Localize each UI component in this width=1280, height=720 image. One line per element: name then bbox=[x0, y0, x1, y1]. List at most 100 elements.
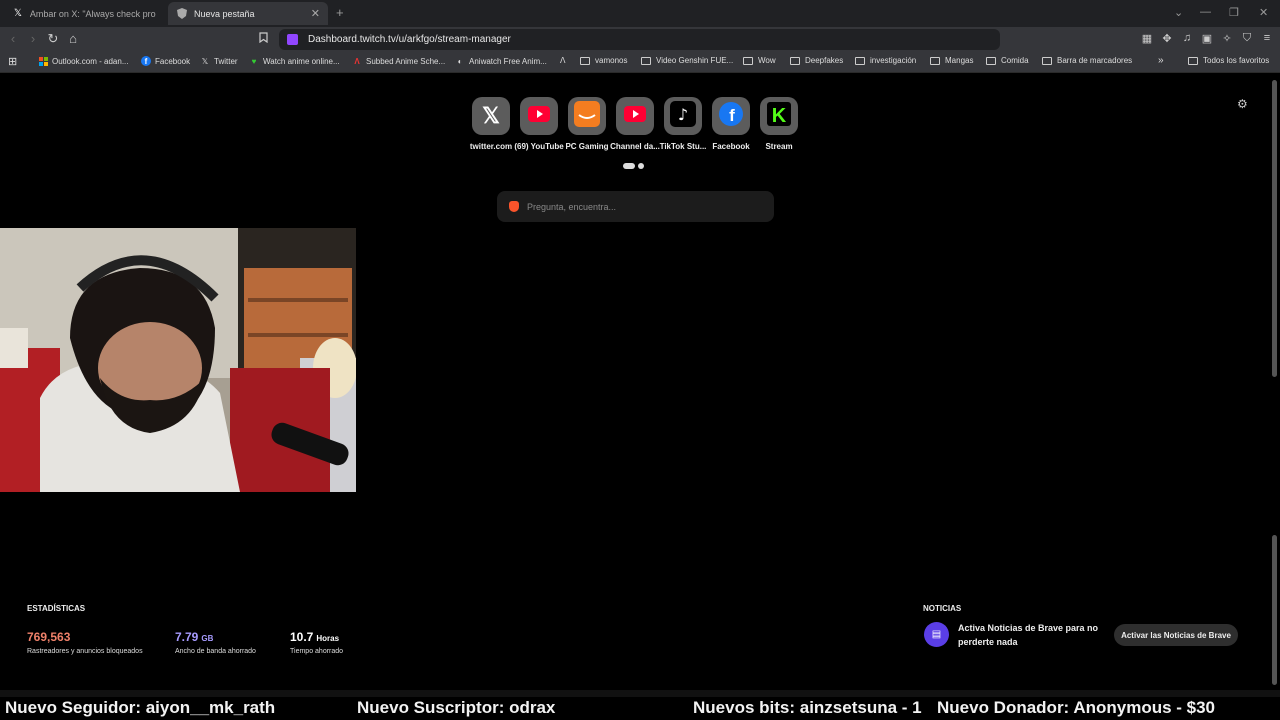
anime-icon: Λ bbox=[354, 56, 360, 66]
bookmark-folder[interactable]: Wow bbox=[743, 56, 776, 65]
tab-search-icon[interactable]: ⌄ bbox=[1174, 6, 1183, 19]
apps-grid-icon[interactable]: ⊞ bbox=[8, 55, 17, 68]
webcam-feed bbox=[0, 228, 356, 492]
qr-icon[interactable]: ▦ bbox=[1139, 32, 1155, 45]
bookmark-item[interactable]: ♥ Watch anime online... bbox=[249, 56, 340, 66]
top-site-label: Channel da... bbox=[610, 142, 660, 151]
activate-news-button[interactable]: Activar las Noticias de Brave bbox=[1114, 624, 1238, 646]
all-bookmarks[interactable]: Todos los favoritos bbox=[1188, 56, 1269, 65]
folder-icon bbox=[1042, 56, 1052, 65]
bookmark-item[interactable]: ◐ Aniwatch Free Anim... bbox=[455, 56, 547, 66]
back-icon[interactable]: ‹ bbox=[5, 31, 21, 46]
pin-icon[interactable]: ⴷ bbox=[560, 56, 565, 65]
more-bookmarks-icon[interactable]: » bbox=[1158, 55, 1164, 66]
tab-strip: 𝕏 Ambar on X: "Always check properly Nue… bbox=[0, 0, 1280, 27]
folder-icon bbox=[580, 56, 590, 65]
top-site-twitter[interactable]: 𝕏 bbox=[472, 97, 510, 135]
ticker-follower: Nuevo Seguidor: aiyon__mk_rath bbox=[5, 698, 276, 717]
bookmark-folder[interactable]: Barra de marcadores bbox=[1042, 56, 1132, 65]
top-site-label: twitter.com bbox=[469, 142, 513, 151]
bookmark-item[interactable]: f Facebook bbox=[141, 56, 190, 66]
page-dot[interactable] bbox=[638, 163, 644, 169]
folder-icon bbox=[986, 56, 996, 65]
search-box[interactable]: Pregunta, encuentra... bbox=[497, 191, 774, 222]
tab-title: Ambar on X: "Always check properly bbox=[29, 8, 156, 19]
scrollbar-track[interactable] bbox=[1272, 535, 1277, 685]
top-site-label: PC Gaming bbox=[565, 142, 609, 151]
vpn-shield-icon[interactable]: ⛉ bbox=[1239, 32, 1255, 45]
search-placeholder: Pregunta, encuentra... bbox=[527, 201, 617, 212]
music-icon[interactable]: ♫ bbox=[1179, 32, 1195, 44]
top-site-label: Facebook bbox=[712, 142, 750, 151]
brave-shield-icon bbox=[176, 8, 188, 20]
top-site-pc-gaming[interactable] bbox=[568, 97, 606, 135]
minimize-icon[interactable]: — bbox=[1200, 6, 1211, 18]
folder-icon bbox=[930, 56, 940, 65]
svg-text:♪: ♪ bbox=[678, 105, 688, 124]
bookmark-folder[interactable]: Video Genshin FUE... bbox=[641, 56, 733, 65]
restore-icon[interactable]: ❐ bbox=[1229, 6, 1239, 19]
bookmark-icon[interactable] bbox=[259, 32, 268, 46]
bandwidth-label: Ancho de banda ahorrado bbox=[175, 648, 256, 655]
bookmark-folder[interactable]: Comida bbox=[986, 56, 1029, 65]
wallet-icon[interactable]: ▣ bbox=[1199, 32, 1215, 45]
news-icon: ▤ bbox=[924, 622, 949, 647]
reload-icon[interactable]: ↻ bbox=[45, 31, 61, 47]
leo-ai-icon[interactable]: ✧ bbox=[1219, 32, 1235, 45]
top-site-tiktok[interactable]: ♪ bbox=[664, 97, 702, 135]
brave-logo-icon bbox=[509, 201, 519, 212]
bookmark-folder[interactable]: Mangas bbox=[930, 56, 973, 65]
bookmark-folder[interactable]: investigación bbox=[855, 56, 916, 65]
folder-icon bbox=[1188, 56, 1198, 65]
top-site-channel[interactable] bbox=[616, 97, 654, 135]
top-site-label: (69) YouTube bbox=[514, 142, 564, 151]
folder-icon bbox=[790, 56, 800, 65]
top-site-label: Stream bbox=[765, 142, 793, 151]
trackers-value: 769,563 bbox=[27, 630, 71, 644]
x-logo-icon: 𝕏 bbox=[13, 8, 22, 19]
twitch-icon bbox=[287, 34, 298, 45]
home-icon[interactable]: ⌂ bbox=[65, 31, 81, 46]
bookmark-item[interactable]: Λ Subbed Anime Sche... bbox=[352, 56, 445, 66]
address-text: Dashboard.twitch.tv/u/arkfgo/stream-mana… bbox=[308, 34, 511, 45]
time-value: 10.7 Horas bbox=[290, 630, 340, 644]
forward-icon[interactable]: › bbox=[25, 31, 41, 46]
top-sites-pager bbox=[623, 163, 644, 169]
toolbar: ‹ › ↻ ⌂ Dashboard.twitch.tv/u/arkfgo/str… bbox=[0, 27, 1280, 53]
news-text: Activa Noticias de Brave para no perdert… bbox=[958, 623, 1099, 647]
youtube-icon bbox=[528, 105, 550, 127]
tab-ambar-x[interactable]: 𝕏 Ambar on X: "Always check properly bbox=[4, 2, 164, 25]
new-tab-button[interactable]: + bbox=[336, 5, 344, 20]
scrollbar-thumb[interactable] bbox=[1272, 80, 1277, 377]
extensions-icon[interactable]: ✥ bbox=[1159, 32, 1175, 45]
bookmark-folder[interactable]: Deepfakes bbox=[790, 56, 843, 65]
facebook-icon: f bbox=[141, 56, 151, 66]
trackers-label: Rastreadores y anuncios bloqueados bbox=[27, 648, 143, 655]
tab-title: Nueva pestaña bbox=[194, 8, 255, 19]
gear-icon[interactable]: ⚙ bbox=[1237, 97, 1248, 111]
tab-nueva-pestana[interactable]: Nueva pestaña ✕ bbox=[168, 2, 328, 25]
svg-text:f: f bbox=[729, 106, 735, 125]
address-bar[interactable]: Dashboard.twitch.tv/u/arkfgo/stream-mana… bbox=[279, 29, 1000, 50]
menu-icon[interactable]: ≡ bbox=[1259, 32, 1275, 44]
folder-icon bbox=[641, 56, 651, 65]
top-site-facebook[interactable]: f bbox=[712, 97, 750, 135]
bookmark-item[interactable]: 𝕏 Twitter bbox=[200, 56, 238, 66]
microsoft-icon bbox=[38, 56, 48, 66]
youtube-icon bbox=[624, 105, 646, 127]
x-logo-icon: 𝕏 bbox=[201, 56, 209, 66]
heart-icon: ♥ bbox=[251, 56, 257, 66]
bookmark-folder[interactable]: vamonos bbox=[580, 56, 627, 65]
new-tab-page: 𝕏 ♪ f K twitter.com (69) YouTube PC Gami… bbox=[0, 73, 1280, 690]
bookmark-item[interactable]: Outlook.com - adan... bbox=[38, 56, 128, 66]
facebook-icon: f bbox=[719, 101, 743, 131]
aniwatch-icon: ◐ bbox=[457, 56, 463, 66]
ticker-bits: Nuevos bits: ainzsetsuna - 1 bbox=[693, 698, 922, 717]
stats-title: ESTADÍSTICAS bbox=[27, 604, 86, 613]
close-window-icon[interactable]: ✕ bbox=[1259, 6, 1268, 19]
close-tab-icon[interactable]: ✕ bbox=[311, 7, 320, 20]
top-site-stream[interactable]: K bbox=[760, 97, 798, 135]
page-dot-active[interactable] bbox=[623, 163, 635, 169]
stream-alert-ticker: Nuevo Seguidor: aiyon__mk_rath Nuevo Sus… bbox=[0, 697, 1280, 720]
top-site-youtube[interactable] bbox=[520, 97, 558, 135]
